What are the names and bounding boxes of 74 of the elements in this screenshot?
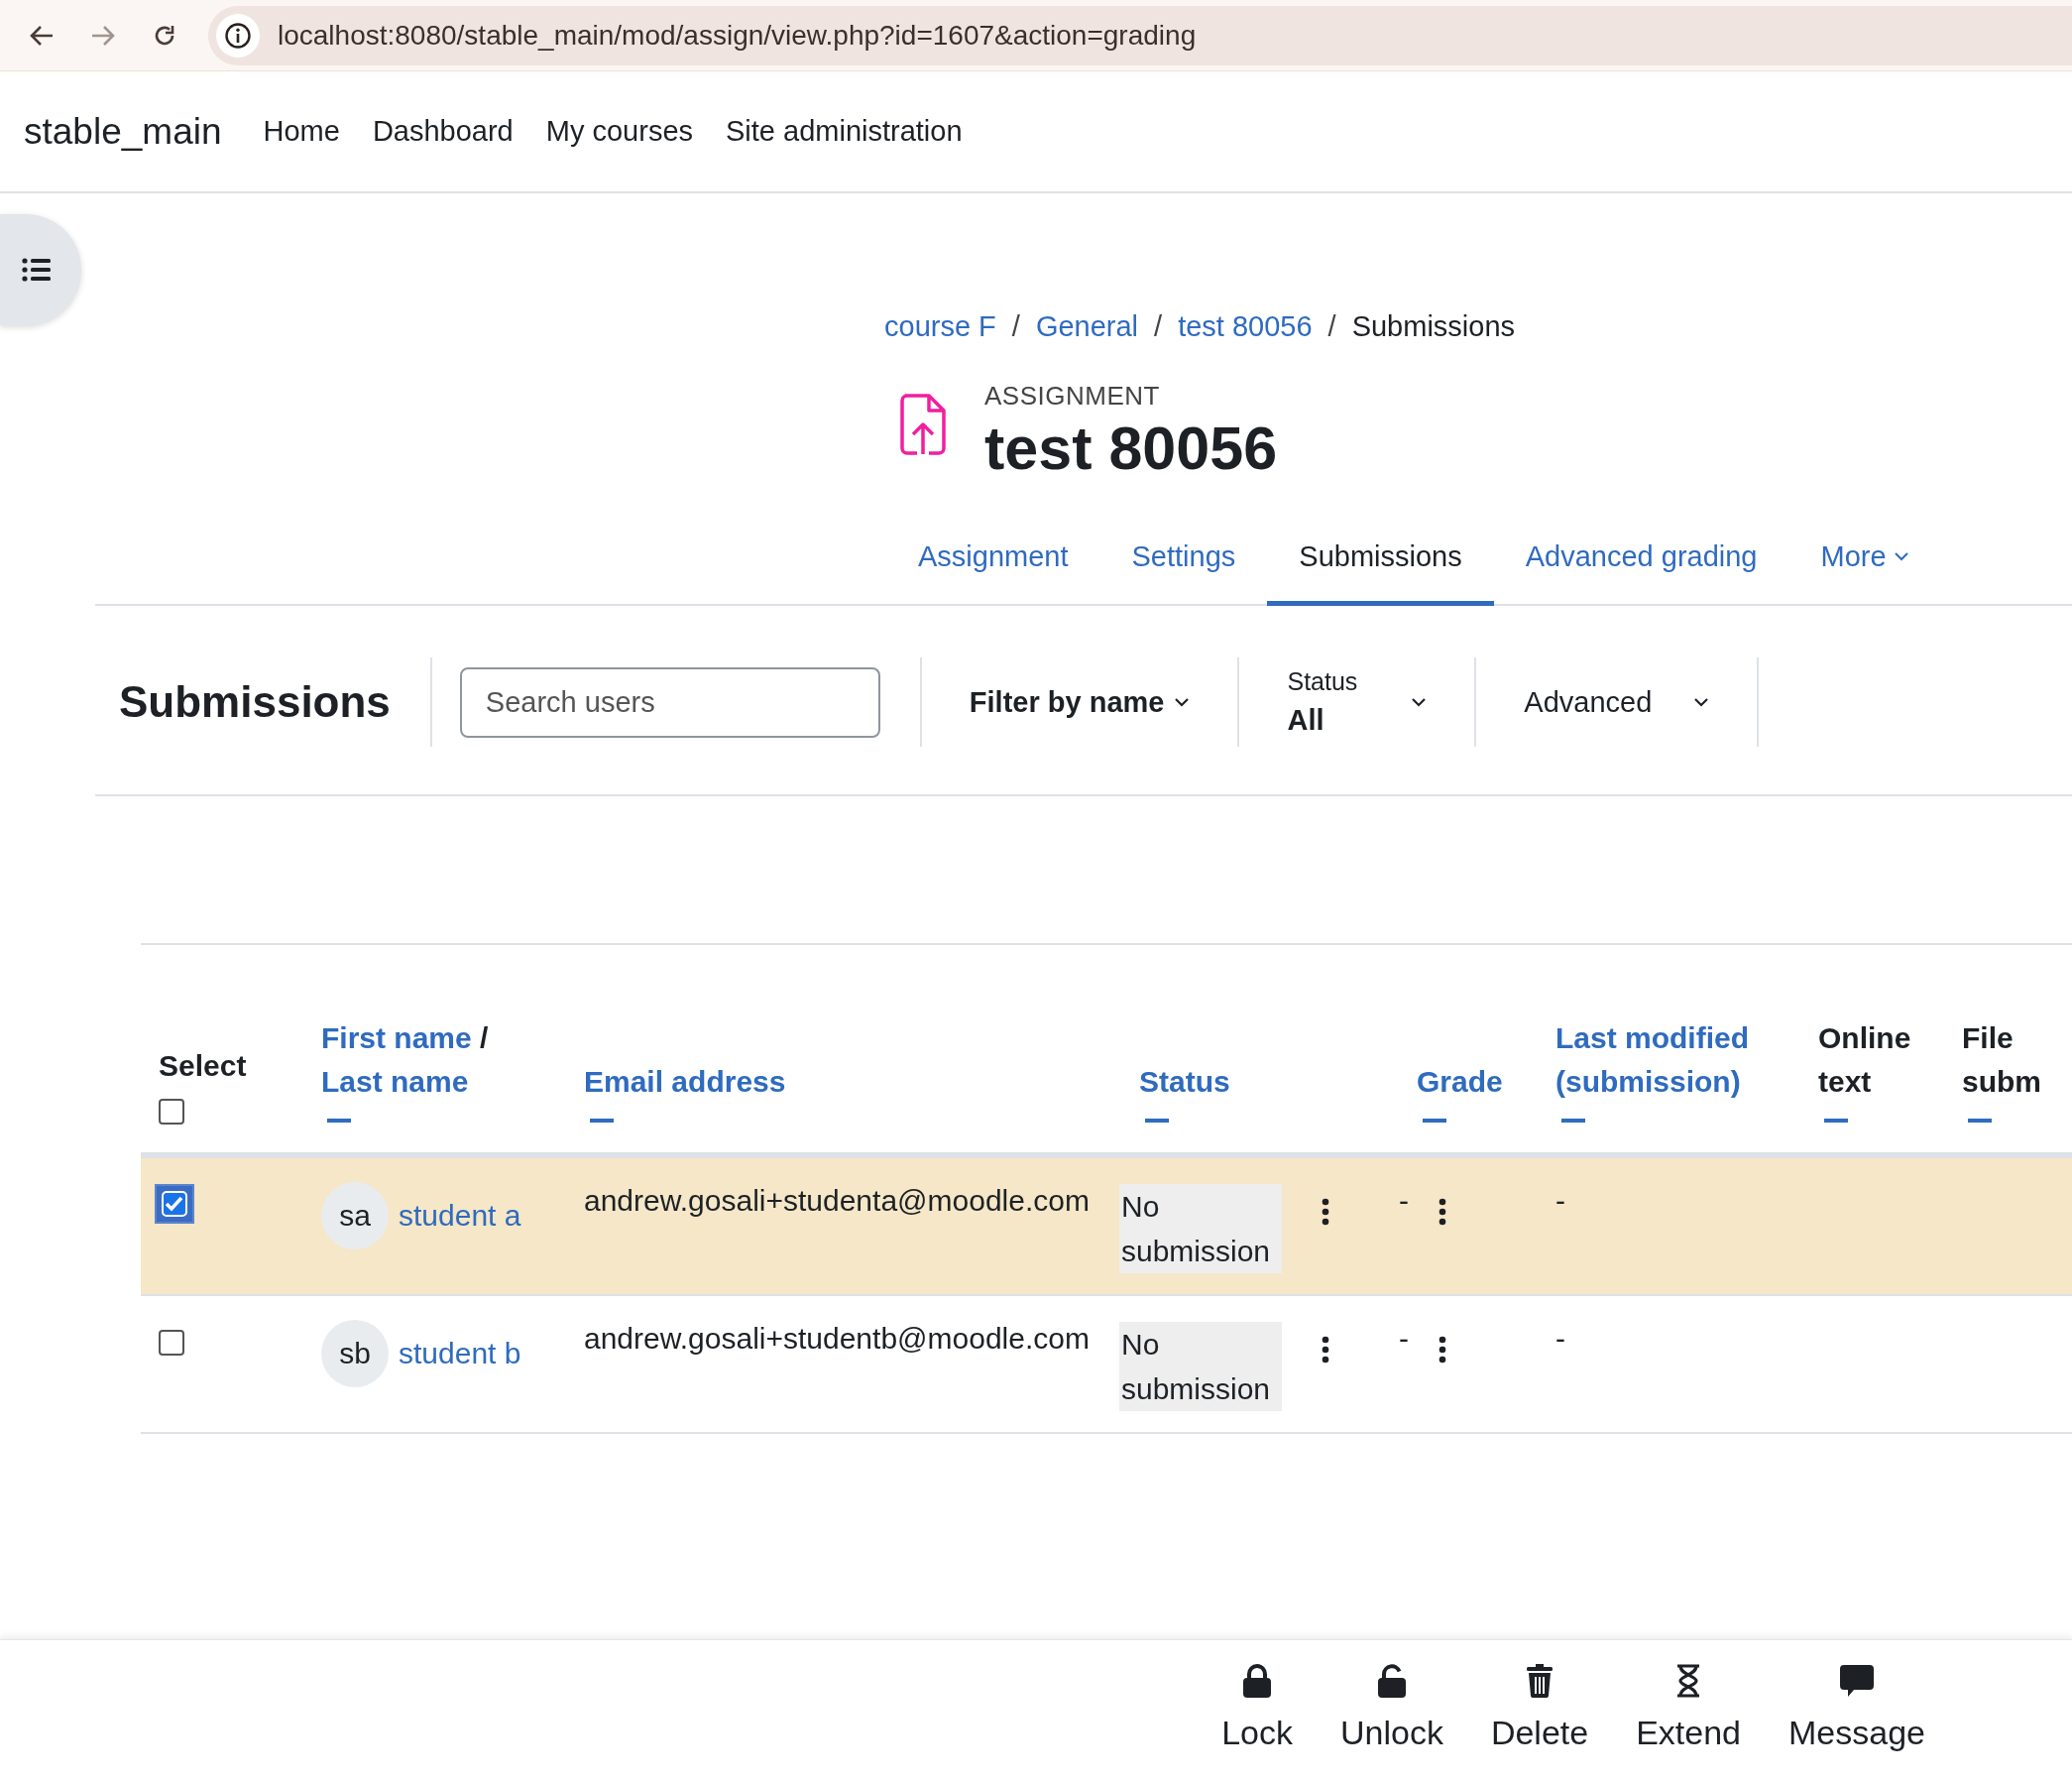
- nav-link[interactable]: Dashboard: [372, 115, 514, 148]
- list-icon: [22, 258, 52, 282]
- chevron-down-icon: [1894, 552, 1908, 561]
- nav-tab[interactable]: Advanced grading: [1493, 521, 1789, 606]
- breadcrumb-link[interactable]: course F: [884, 310, 996, 343]
- message-action-button[interactable]: Message: [1773, 1640, 1941, 1781]
- breadcrumb-link[interactable]: General: [1035, 310, 1139, 343]
- column-header: File subm: [1962, 1020, 2042, 1100]
- avatar-initials: sb: [321, 1320, 389, 1387]
- select-all-checkbox[interactable]: [159, 1099, 184, 1125]
- user-link[interactable]: student a: [399, 1199, 521, 1233]
- site-name[interactable]: stable_main: [24, 110, 222, 153]
- column-header: Select: [159, 1047, 248, 1084]
- nav-link[interactable]: Site administration: [726, 115, 963, 148]
- chevron-down-icon: [1411, 697, 1428, 707]
- filter-by-name-dropdown[interactable]: Filter by name: [963, 684, 1197, 720]
- nav-tab[interactable]: Submissions: [1267, 521, 1494, 606]
- breadcrumb-link[interactable]: test 80056: [1178, 310, 1313, 343]
- breadcrumb-separator: /: [1011, 310, 1020, 343]
- status-dropdown[interactable]: Status All: [1281, 666, 1434, 738]
- sort-link[interactable]: First name: [321, 1021, 472, 1054]
- column-header: Online text: [1818, 1020, 1912, 1100]
- more-options-icon[interactable]: [1322, 1336, 1329, 1364]
- email-cell: andrew.gosali+studentb@moodle.com: [584, 1322, 1090, 1356]
- breadcrumb-separator: /: [1154, 310, 1163, 343]
- nav-tab[interactable]: Assignment: [886, 521, 1100, 606]
- sort-link[interactable]: Grade: [1417, 1059, 1532, 1103]
- more-options-icon[interactable]: [1439, 1336, 1446, 1364]
- more-menu-tab[interactable]: More: [1788, 521, 1940, 606]
- search-field[interactable]: Search users: [459, 666, 880, 738]
- page-title: test 80056: [984, 414, 1278, 483]
- sort-link[interactable]: Status: [1139, 1059, 1393, 1103]
- last-modified-cell: -: [1555, 1184, 1565, 1218]
- file-upload-icon: [899, 393, 947, 456]
- info-icon[interactable]: [224, 21, 252, 50]
- status-badge: No submission: [1119, 1322, 1282, 1411]
- unlocked-padlock-icon: [1376, 1664, 1407, 1698]
- grade-cell: -: [1399, 1184, 1409, 1218]
- lock-icon: [1242, 1664, 1273, 1698]
- breadcrumb-separator: /: [1327, 310, 1336, 343]
- unlock-action-button[interactable]: Unlock: [1324, 1640, 1459, 1781]
- lock-action-button[interactable]: Lock: [1206, 1640, 1309, 1781]
- chevron-down-icon: [1693, 697, 1710, 707]
- advanced-dropdown[interactable]: Advanced: [1518, 684, 1716, 720]
- header-separator: /: [480, 1021, 489, 1054]
- last-modified-cell: -: [1555, 1322, 1565, 1356]
- nav-link[interactable]: My courses: [545, 115, 693, 148]
- row-checkbox[interactable]: [159, 1330, 184, 1356]
- more-options-icon[interactable]: [1322, 1198, 1329, 1226]
- speech-bubble-icon: [1839, 1664, 1875, 1698]
- avatar-initials: sa: [321, 1182, 389, 1249]
- delete-action-button[interactable]: Delete: [1474, 1640, 1605, 1781]
- email-cell: andrew.gosali+studenta@moodle.com: [584, 1184, 1090, 1218]
- nav-tab[interactable]: Settings: [1099, 521, 1268, 606]
- row-checkbox[interactable]: [155, 1184, 194, 1224]
- activity-type-label: ASSIGNMENT: [984, 381, 1161, 412]
- grade-cell: -: [1399, 1322, 1409, 1356]
- forward-arrow-icon[interactable]: [90, 23, 116, 48]
- nav-link[interactable]: Home: [263, 115, 340, 148]
- more-options-icon[interactable]: [1439, 1198, 1446, 1226]
- sort-link[interactable]: Email address: [584, 1059, 1115, 1103]
- breadcrumb-current: Submissions: [1351, 310, 1516, 343]
- section-heading: Submissions: [119, 677, 391, 727]
- hourglass-icon: [1675, 1664, 1702, 1698]
- trash-icon: [1526, 1664, 1554, 1698]
- address-bar[interactable]: localhost:8080/stable_main/mod/assign/view.php?id=1607&action=grading: [208, 5, 2072, 65]
- chevron-down-icon: [1174, 697, 1191, 707]
- course-index-button[interactable]: [0, 214, 81, 325]
- status-badge: No submission: [1119, 1184, 1282, 1273]
- sort-link[interactable]: Last modified (submission): [1555, 1016, 1794, 1103]
- back-arrow-icon[interactable]: [29, 23, 55, 48]
- user-link[interactable]: student b: [399, 1337, 521, 1370]
- extend-action-button[interactable]: Extend: [1620, 1640, 1758, 1781]
- sort-link[interactable]: Last name: [321, 1064, 469, 1098]
